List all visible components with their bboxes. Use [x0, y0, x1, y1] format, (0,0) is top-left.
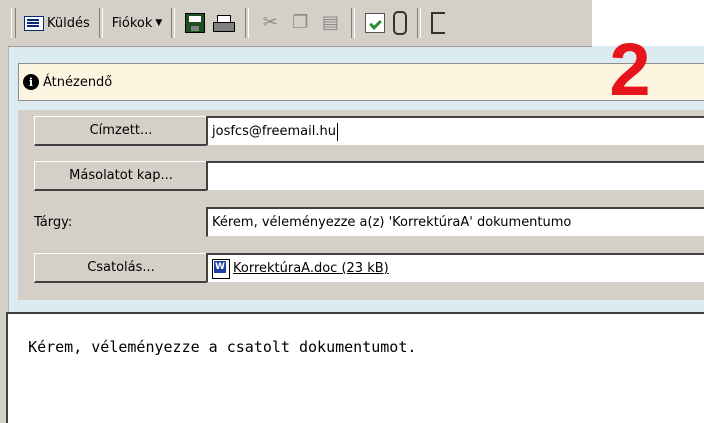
print-icon[interactable] [213, 15, 236, 32]
more-icon[interactable] [431, 12, 446, 34]
subject-value: Kérem, véleményezze a(z) 'KorrektúraA' d… [212, 215, 572, 230]
subject-label: Tárgy: [34, 214, 73, 230]
info-icon: i [23, 74, 39, 90]
to-value: josfcs@freemail.hu [212, 124, 336, 139]
annotation-number: 2 [609, 28, 651, 111]
subject-field[interactable]: Kérem, véleményezze a(z) 'KorrektúraA' d… [206, 207, 704, 237]
cc-button[interactable]: Másolatot kap... [34, 161, 209, 191]
send-envelope-icon [24, 15, 44, 31]
to-row: Címzett... josfcs@freemail.hu [18, 110, 704, 152]
cc-field[interactable] [206, 161, 704, 191]
paste-icon[interactable]: ▤ [319, 12, 341, 34]
message-body-text: Kérem, véleményezze a csatolt dokumentum… [28, 338, 417, 356]
attach-icon[interactable] [393, 11, 408, 35]
toolbar-separator [351, 8, 356, 38]
attachment-field[interactable]: KorrektúraA.doc (23 kB) [206, 253, 704, 283]
to-button-label: Címzett... [89, 123, 153, 138]
message-body[interactable]: Kérem, véleményezze a csatolt dokumentum… [6, 312, 704, 423]
toolbar: Küldés Fiókok ▼ ✂ ❐ ▤ [8, 0, 592, 47]
attach-row: Csatolás... KorrektúraA.doc (23 kB) [18, 247, 704, 289]
message-header-form: Címzett... josfcs@freemail.hu Másolatot … [18, 110, 704, 300]
chevron-down-icon: ▼ [155, 18, 163, 28]
spellcheck-icon[interactable] [365, 13, 386, 33]
copy-icon[interactable]: ❐ [289, 12, 311, 34]
to-button[interactable]: Címzett... [34, 116, 209, 146]
text-caret [336, 122, 338, 141]
toolbar-separator [98, 8, 103, 38]
info-bar-text: Átnézendő [43, 74, 113, 90]
toolbar-separator [245, 8, 250, 38]
toolbar-grip[interactable] [11, 8, 16, 38]
word-document-icon [212, 258, 230, 279]
cc-row: Másolatot kap... [18, 155, 704, 197]
subject-row: Tárgy: Kérem, véleményezze a(z) 'Korrekt… [18, 201, 704, 243]
accounts-dropdown[interactable]: Fiókok ▼ [109, 9, 166, 37]
cut-icon[interactable]: ✂ [259, 12, 281, 34]
toolbar-separator [417, 8, 422, 38]
attach-button[interactable]: Csatolás... [34, 253, 209, 283]
cc-button-label: Másolatot kap... [69, 168, 173, 183]
send-button[interactable]: Küldés [21, 9, 93, 37]
toolbar-separator [171, 8, 176, 38]
save-icon[interactable] [185, 13, 206, 33]
attachment-link[interactable]: KorrektúraA.doc (23 kB) [233, 261, 389, 276]
to-field[interactable]: josfcs@freemail.hu [206, 116, 704, 146]
attach-button-label: Csatolás... [87, 260, 155, 275]
